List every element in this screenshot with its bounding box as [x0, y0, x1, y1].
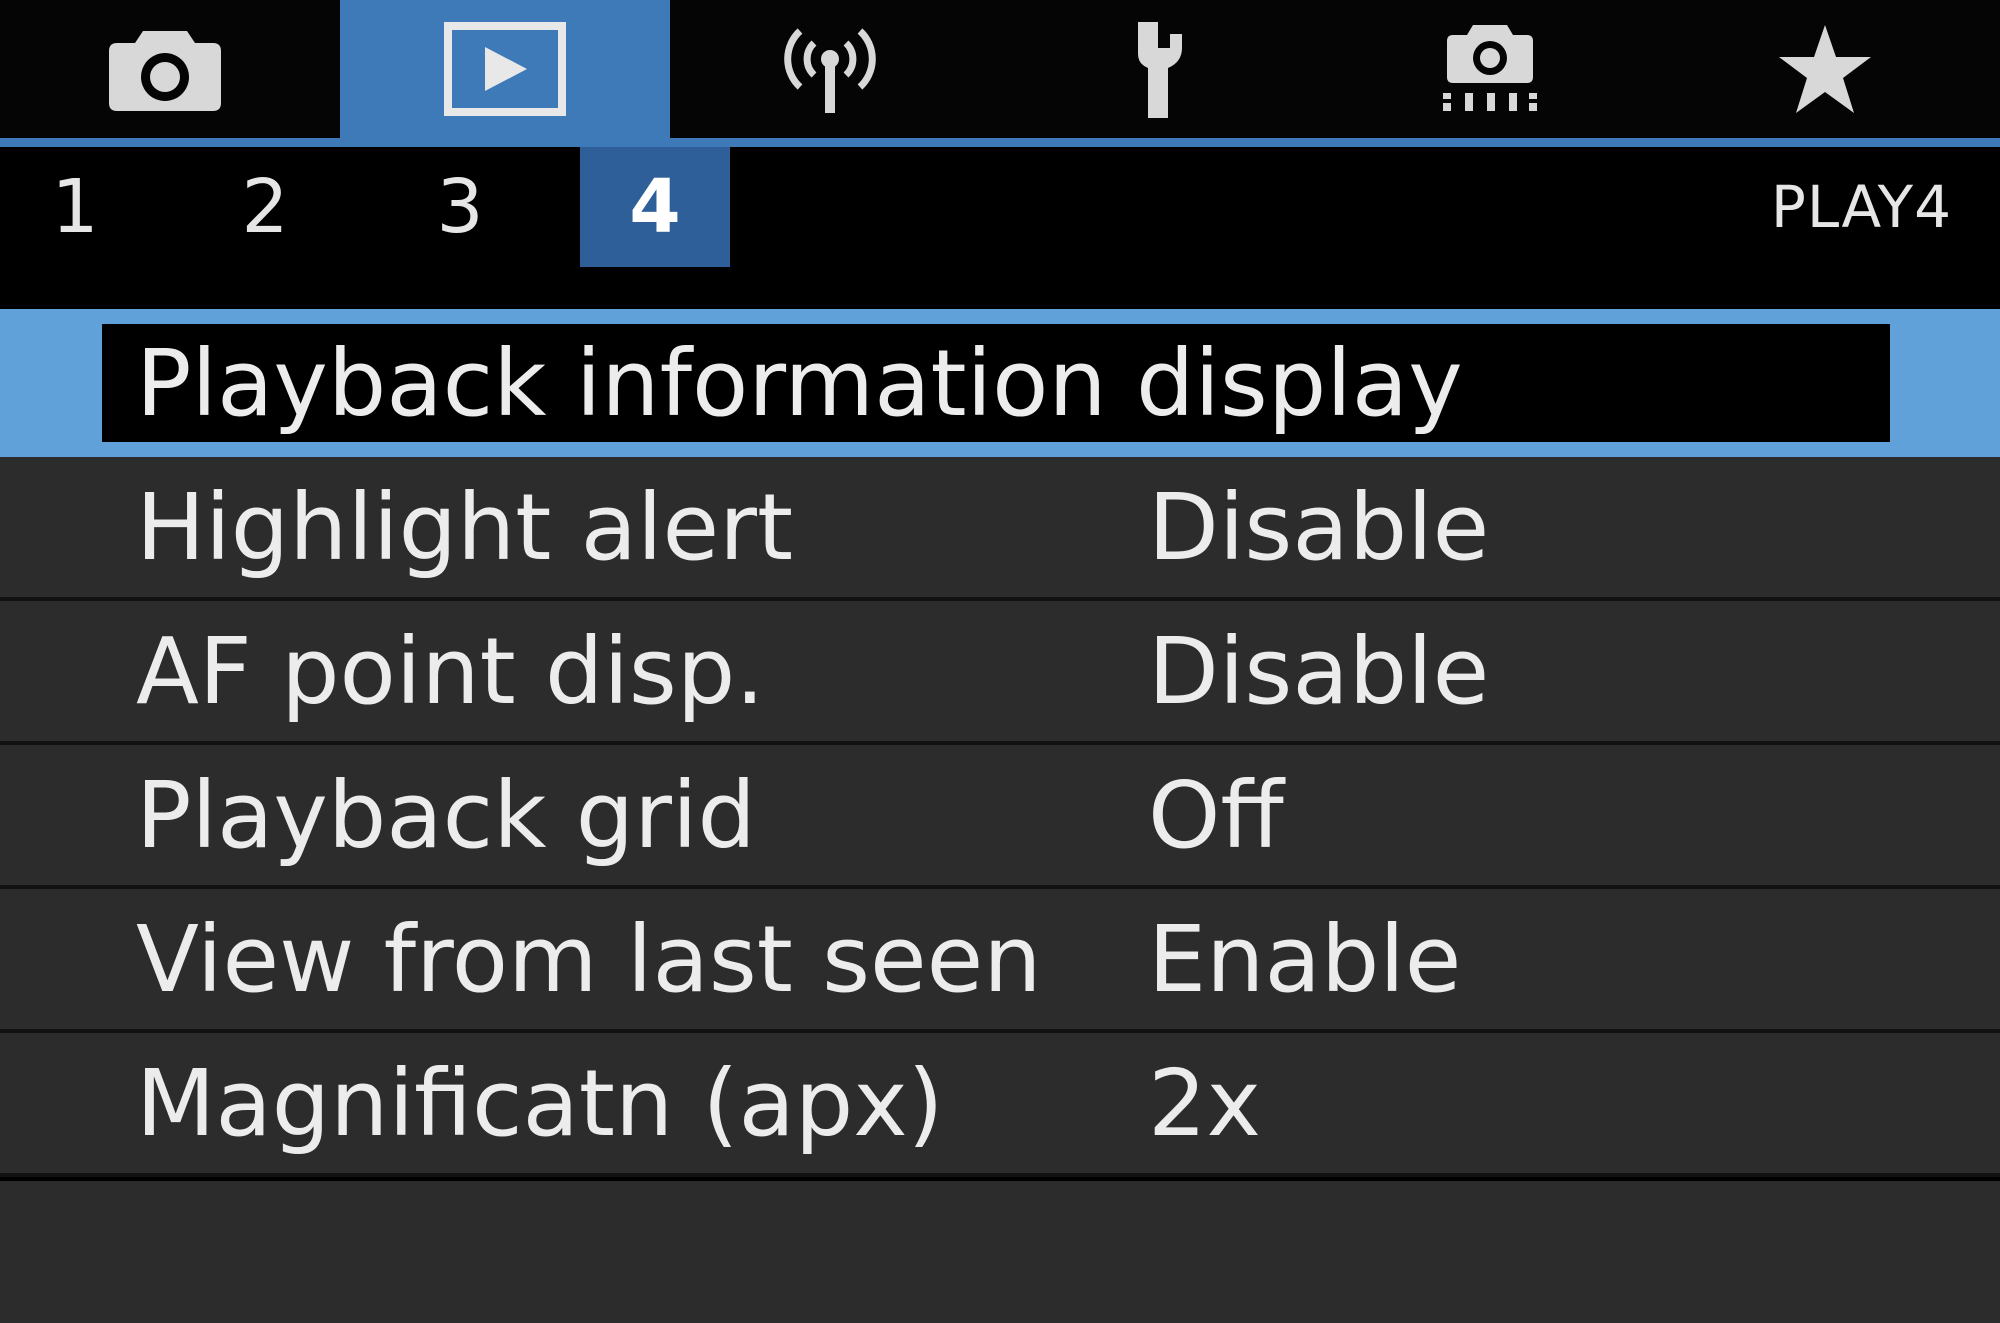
menu-empty-area — [0, 1181, 2000, 1323]
playback-icon — [443, 21, 567, 117]
category-divider — [0, 138, 2000, 147]
menu-item-label: View from last seen — [136, 905, 1042, 1013]
wireless-icon — [770, 19, 890, 119]
menu-item-playback-grid[interactable]: Playback grid Off — [0, 745, 2000, 889]
menu-item-highlight-alert[interactable]: Highlight alert Disable — [0, 457, 2000, 601]
menu-item-view-from-last-seen[interactable]: View from last seen Enable — [0, 889, 2000, 1033]
page-tab-1[interactable]: 1 — [0, 147, 150, 267]
menu-item-label: Magnificatn (apx) — [136, 1049, 944, 1157]
tab-custom-functions[interactable] — [1325, 0, 1655, 138]
menu-item-playback-information-display[interactable]: Playback information display — [0, 309, 2000, 457]
tab-wireless[interactable] — [665, 0, 995, 138]
menu-item-value: Disable — [1148, 617, 1490, 725]
tab-shooting[interactable] — [0, 0, 330, 138]
wrench-icon — [1110, 14, 1210, 124]
menu-item-value: Enable — [1148, 905, 1462, 1013]
page-tab-4[interactable]: 4 — [580, 147, 730, 267]
page-tab-3[interactable]: 3 — [385, 147, 535, 267]
page-tab-bar: 1 2 3 4 PLAY4 — [0, 147, 2000, 267]
menu-item-value: Off — [1148, 761, 1284, 869]
menu-item-label: Playback information display — [136, 329, 1463, 437]
star-icon — [1775, 21, 1875, 117]
menu-item-label: Highlight alert — [136, 473, 794, 581]
page-tab-2[interactable]: 2 — [190, 147, 340, 267]
menu-item-label: AF point disp. — [136, 617, 765, 725]
page-label: PLAY4 — [1770, 173, 1952, 241]
menu-item-af-point-disp[interactable]: AF point disp. Disable — [0, 601, 2000, 745]
menu-item-magnification[interactable]: Magnificatn (apx) 2x — [0, 1033, 2000, 1177]
menu-list: Playback information display Highlight a… — [0, 309, 2000, 1177]
menu-item-value: 2x — [1148, 1049, 1261, 1157]
camera-menu-screen: 1 2 3 4 PLAY4 Playback information displ… — [0, 0, 2000, 1323]
menu-item-label: Playback grid — [136, 761, 756, 869]
camera-icon — [105, 21, 225, 117]
tab-playback[interactable] — [340, 0, 670, 138]
tab-setup[interactable] — [995, 0, 1325, 138]
menu-item-value: Disable — [1148, 473, 1490, 581]
tab-my-menu[interactable] — [1660, 0, 1990, 138]
category-tab-bar — [0, 0, 2000, 138]
custom-camera-icon — [1435, 19, 1545, 119]
